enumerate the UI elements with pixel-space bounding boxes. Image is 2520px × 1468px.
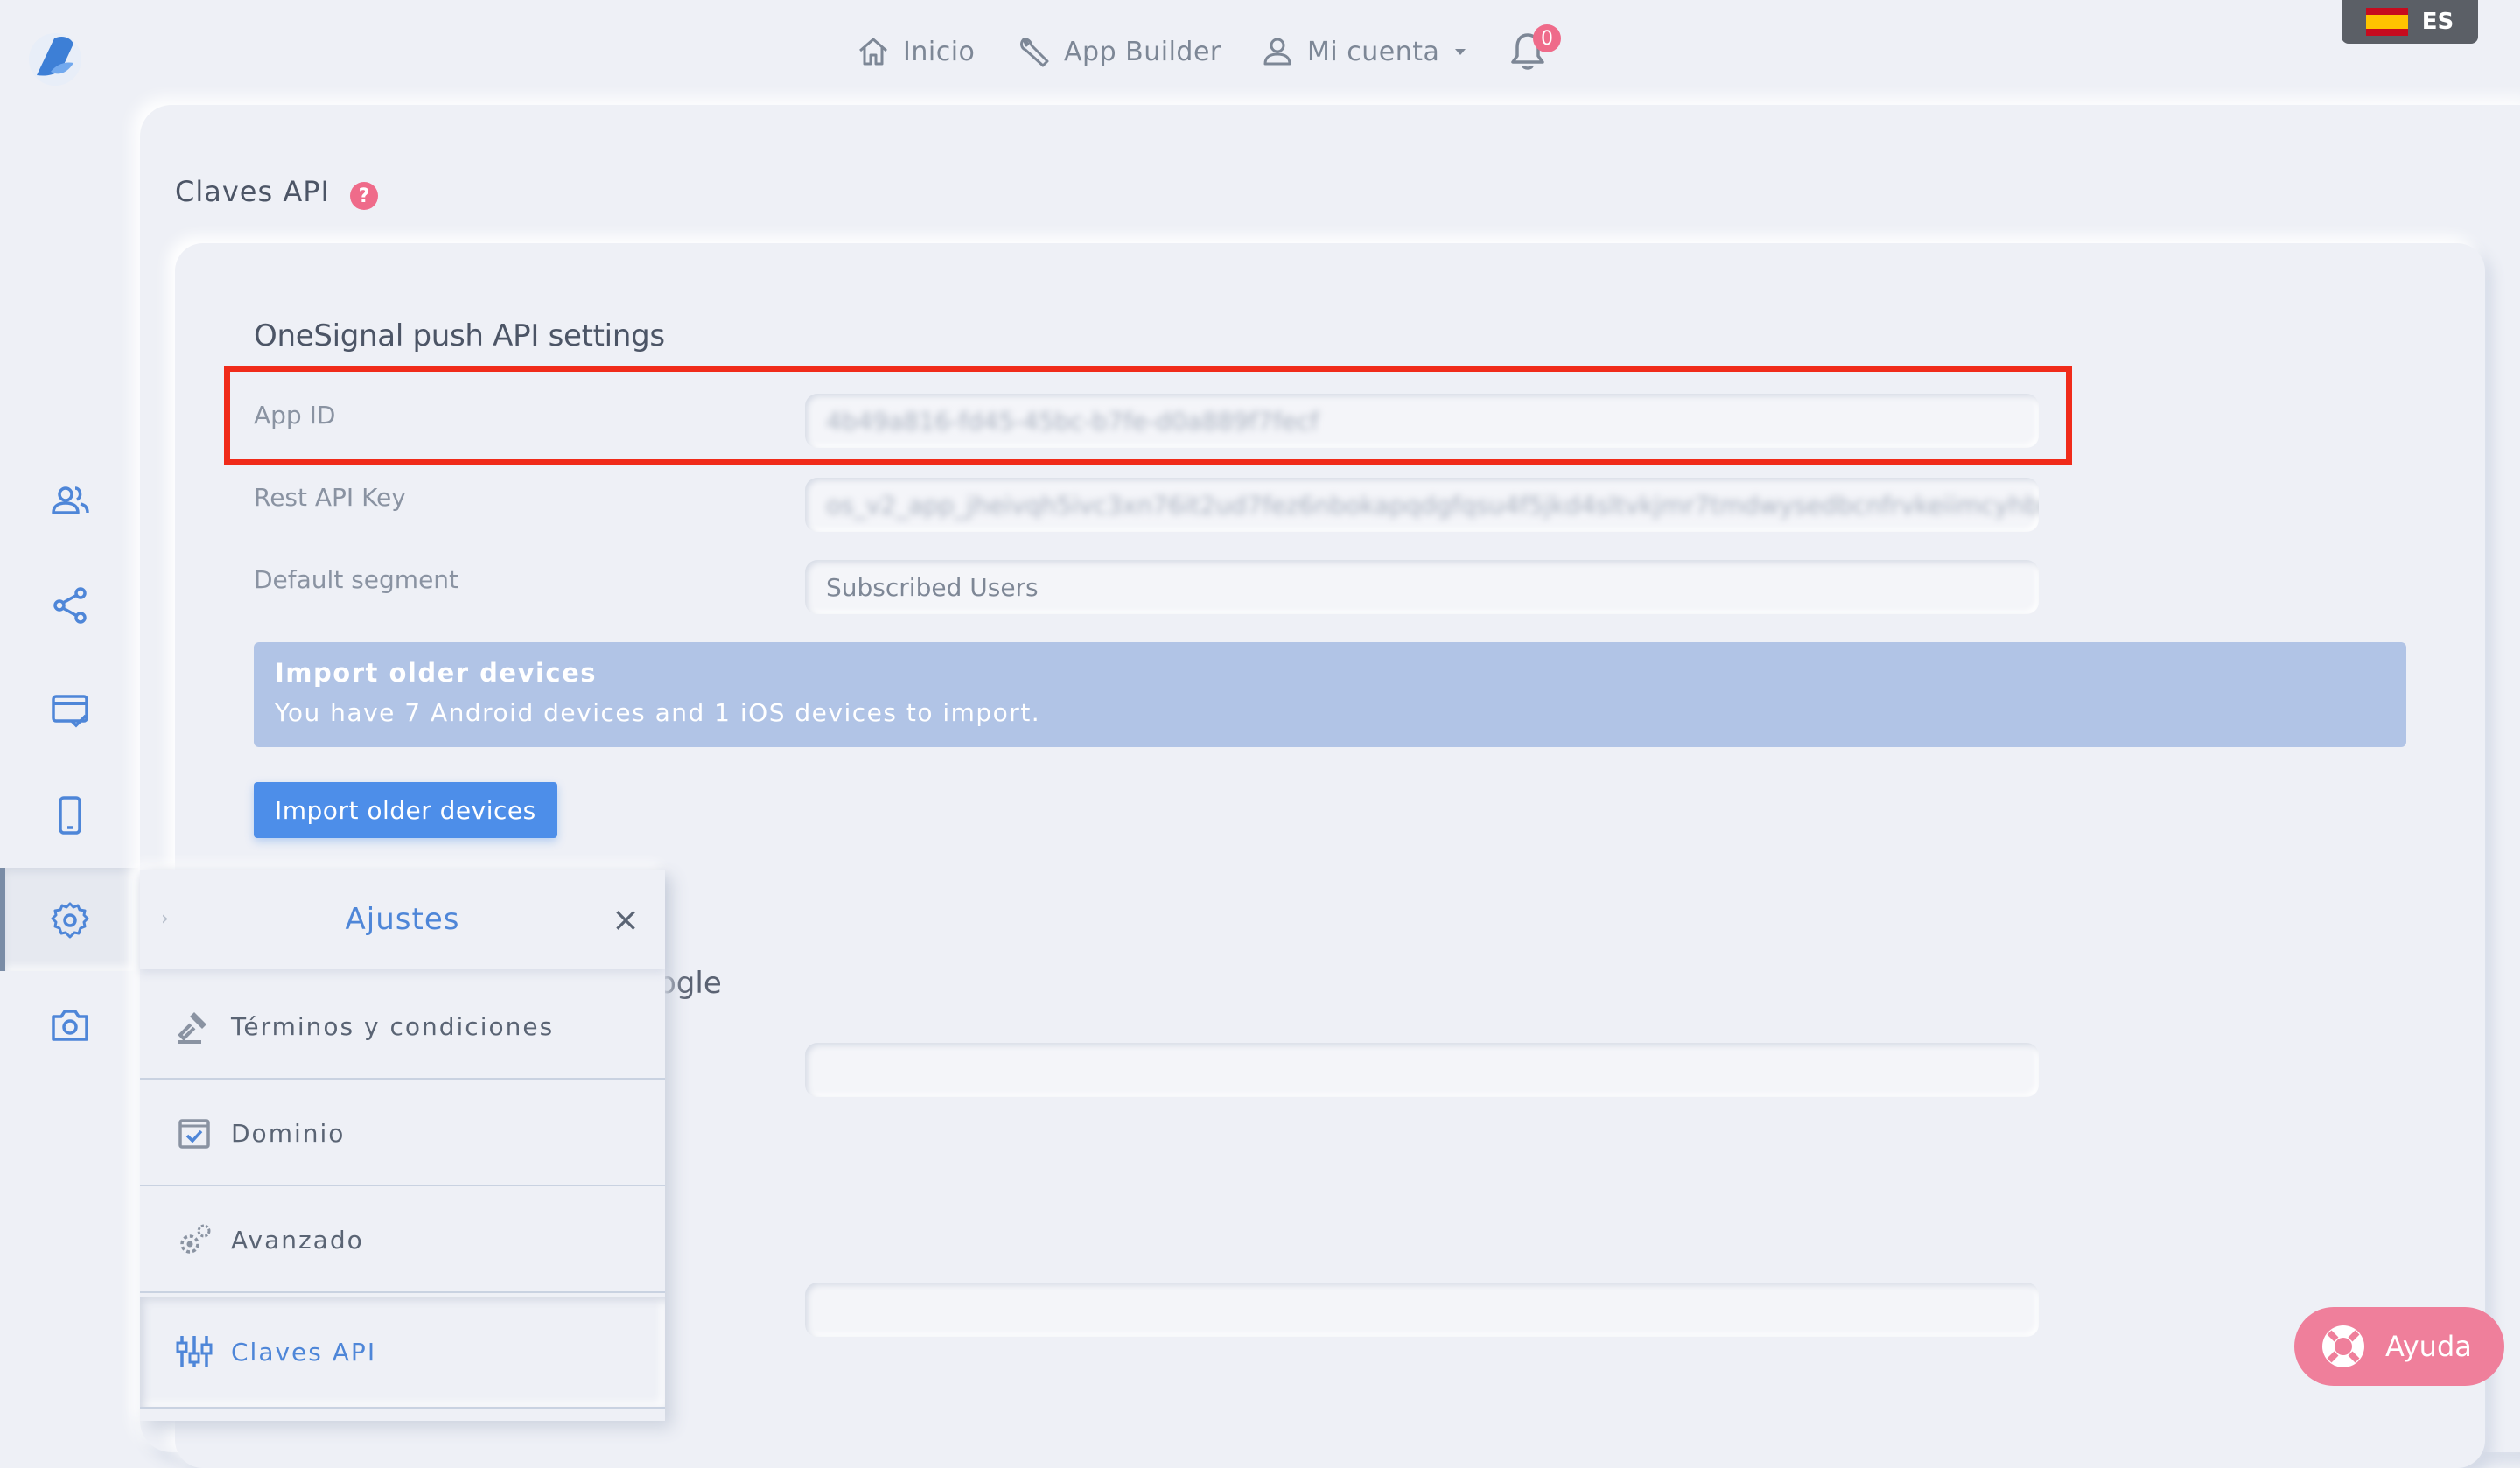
alert-title: Import older devices <box>275 658 598 688</box>
close-icon[interactable]: × <box>606 899 646 940</box>
gavel-icon <box>178 1012 206 1044</box>
menu-item-terms-label: Términos y condiciones <box>231 1011 555 1041</box>
payment-card-icon[interactable] <box>49 689 91 731</box>
nav-my-account[interactable]: Mi cuenta <box>1260 30 1469 73</box>
nav-home-label: Inicio <box>903 36 976 67</box>
users-icon[interactable] <box>49 479 91 521</box>
settings-menu-title: Ajustes <box>345 902 460 937</box>
nav-app-builder[interactable]: App Builder <box>1017 30 1222 73</box>
gears-icon <box>180 1224 211 1254</box>
rail-settings-indicator <box>0 868 5 971</box>
chevron-right-icon: › <box>161 908 169 930</box>
share-icon[interactable] <box>49 584 91 626</box>
calendar-check-icon <box>178 1119 210 1149</box>
lifebuoy-icon <box>2322 1325 2364 1367</box>
help-button[interactable]: Ayuda <box>2294 1307 2504 1386</box>
import-devices-alert: Import older devices You have 7 Android … <box>254 642 2406 747</box>
help-button-label: Ayuda <box>2385 1330 2472 1363</box>
page-title: Claves API <box>175 175 330 208</box>
wrench-icon <box>1020 38 1049 67</box>
app-id-highlight-box <box>224 366 2072 465</box>
menu-item-advanced-label: Avanzado <box>231 1225 364 1255</box>
settings-menu-header: Ajustes <box>140 870 665 969</box>
menu-item-domain[interactable]: Dominio <box>140 1081 665 1186</box>
google-field-input-2[interactable] <box>805 1283 2039 1337</box>
menu-item-domain-label: Dominio <box>231 1118 346 1148</box>
menu-item-advanced[interactable]: Avanzado <box>140 1188 665 1293</box>
alert-text: You have 7 Android devices and 1 iOS dev… <box>275 698 1041 727</box>
sliders-icon <box>176 1336 213 1367</box>
language-selector[interactable]: ES <box>2342 0 2478 44</box>
notifications-badge: 0 <box>1533 24 1561 52</box>
menu-item-api-keys[interactable]: Claves API <box>140 1297 665 1409</box>
camera-icon[interactable] <box>49 1004 91 1046</box>
nav-home[interactable]: Inicio <box>856 30 975 73</box>
menu-item-api-keys-label: Claves API <box>231 1337 377 1367</box>
settings-dropdown-menu: Ajustes › × Términos y condiciones Domin… <box>140 870 665 1421</box>
import-older-devices-button[interactable]: Import older devices <box>254 782 557 838</box>
mobile-phone-icon[interactable] <box>49 794 91 836</box>
rest-api-key-label: Rest API Key <box>254 483 406 512</box>
default-segment-value: Subscribed Users <box>826 572 1039 602</box>
partially-hidden-section-title: ogle <box>658 966 722 1001</box>
app-logo[interactable] <box>24 26 86 87</box>
help-question-icon[interactable]: ? <box>350 182 378 210</box>
menu-item-terms[interactable]: Términos y condiciones <box>140 975 665 1080</box>
rest-api-key-input[interactable]: os_v2_app_jheivqh5ivc3xn76it2ud7fez6nbok… <box>805 478 2039 532</box>
gear-icon[interactable] <box>49 899 91 941</box>
user-icon <box>1264 38 1292 66</box>
spain-flag-icon <box>2365 8 2408 36</box>
nav-app-builder-label: App Builder <box>1064 36 1222 67</box>
default-segment-label: Default segment <box>254 565 459 594</box>
google-field-input-1[interactable] <box>805 1043 2039 1097</box>
onesignal-section-title: OneSignal push API settings <box>254 318 665 353</box>
home-icon <box>859 38 887 66</box>
nav-my-account-label: Mi cuenta <box>1307 36 1440 67</box>
caret-down-icon <box>1455 49 1466 55</box>
language-code: ES <box>2421 9 2454 35</box>
rest-api-key-value: os_v2_app_jheivqh5ivc3xn76it2ud7fez6nbok… <box>826 490 2039 520</box>
default-segment-input[interactable]: Subscribed Users <box>805 560 2039 614</box>
